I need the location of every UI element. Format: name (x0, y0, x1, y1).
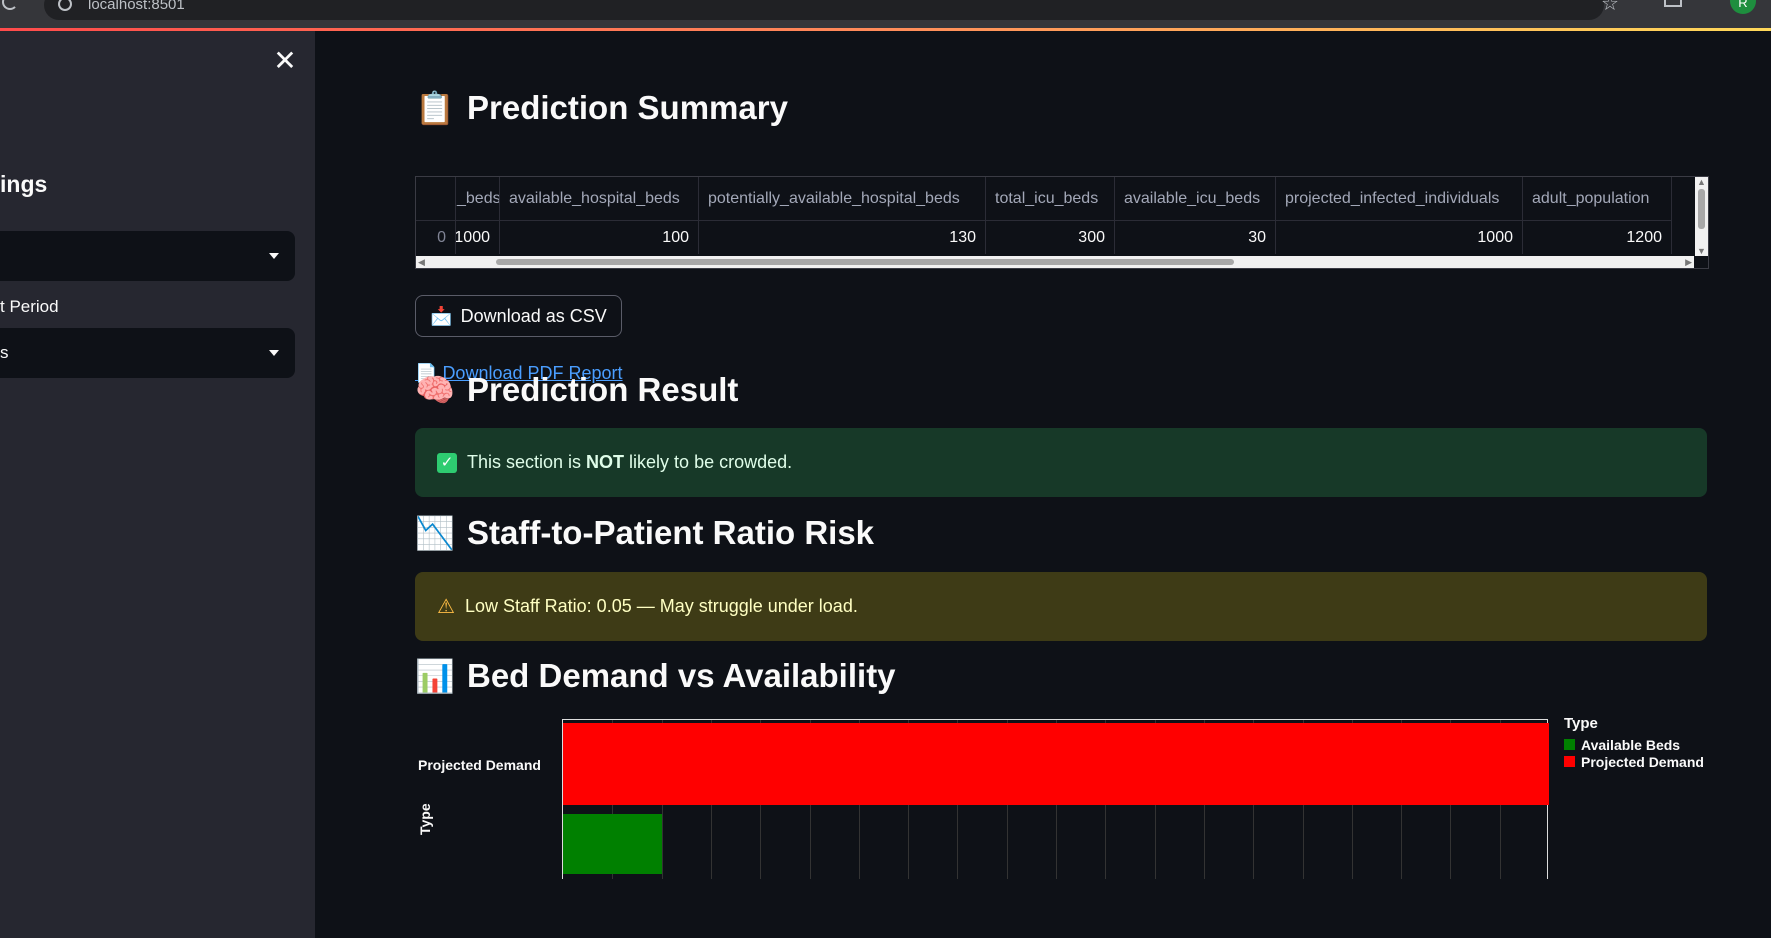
extensions-icon[interactable] (1664, 0, 1682, 7)
column-header[interactable]: potentially_available_hospital_beds (699, 177, 986, 221)
warning-message: Low Staff Ratio: 0.05 — May struggle und… (464, 596, 858, 616)
bar-chart-icon: 📊 (415, 657, 455, 695)
bar-projected-demand[interactable] (563, 723, 1549, 805)
close-sidebar-button[interactable]: ✕ (272, 47, 298, 75)
close-icon: ✕ (273, 45, 297, 76)
scroll-up-icon[interactable]: ▲ (1697, 177, 1706, 187)
legend-item: Projected Demand (1564, 753, 1704, 770)
success-message: This section is NOT likely to be crowded… (467, 452, 792, 473)
legend-item: Available Beds (1564, 736, 1704, 753)
legend-label: Projected Demand (1581, 753, 1704, 770)
staff-ratio-title: Staff-to-Patient Ratio Risk (467, 514, 875, 551)
staff-ratio-heading: 📉 Staff-to-Patient Ratio Risk (415, 514, 874, 552)
bar-available-beds[interactable] (563, 814, 662, 874)
prediction-summary-heading: 📋 Prediction Summary (415, 89, 788, 127)
column-header[interactable]: available_icu_beds (1115, 177, 1276, 221)
vertical-scrollbar[interactable]: ▲ ▼ (1695, 177, 1708, 256)
prediction-summary-title: Prediction Summary (467, 89, 788, 126)
brain-icon: 🧠 (415, 371, 455, 409)
row-index: 0 (416, 221, 456, 254)
table-cell[interactable]: 1200 (1523, 221, 1672, 254)
column-header[interactable]: total_icu_beds (986, 177, 1115, 221)
scrollbar-thumb[interactable] (496, 259, 1234, 265)
bookmark-star-icon[interactable]: ☆ (1601, 0, 1619, 16)
period-label: t Period (0, 297, 59, 316)
table-cell[interactable]: 1000 (1276, 221, 1523, 254)
chart-decreasing-icon: 📉 (415, 514, 455, 552)
horizontal-scrollbar[interactable]: ◀ ▶ (416, 256, 1694, 268)
url-text: localhost:8501 (88, 0, 185, 13)
site-info-icon[interactable] (58, 0, 72, 11)
address-bar[interactable]: localhost:8501 (44, 0, 1604, 20)
success-message-post: likely to be crowded. (624, 452, 793, 472)
table-cell[interactable]: 30 (1115, 221, 1276, 254)
table-row: 0 1000 100 130 300 30 1000 1200 (416, 221, 1672, 254)
scroll-right-icon[interactable]: ▶ (1685, 257, 1692, 268)
download-csv-button[interactable]: 📩 Download as CSV (415, 295, 622, 337)
check-mark-icon: ✓ (437, 452, 457, 473)
bed-demand-chart: Type Projected Demand Type Available Bed… (415, 715, 1765, 879)
column-header[interactable]: _beds (456, 177, 500, 221)
sidebar-heading: ings (0, 171, 48, 197)
prediction-result-title: Prediction Result (467, 371, 739, 408)
clipboard-icon: 📋 (415, 89, 455, 127)
legend-swatch-demand (1564, 756, 1575, 767)
inbox-tray-icon: 📩 (430, 305, 453, 326)
sidebar: ✕ ings t Period s (0, 31, 315, 938)
column-header[interactable]: available_hospital_beds (500, 177, 699, 221)
chevron-down-icon (269, 350, 279, 356)
download-csv-label: Download as CSV (460, 305, 607, 326)
table-cell[interactable]: 100 (500, 221, 699, 254)
scroll-left-icon[interactable]: ◀ (418, 257, 425, 268)
y-tick-label: Projected Demand (418, 757, 541, 773)
bed-chart-title: Bed Demand vs Availability (467, 657, 896, 694)
sidebar-select-1[interactable] (0, 231, 295, 281)
legend-title: Type (1564, 715, 1598, 732)
success-message-bold: NOT (586, 452, 625, 472)
table-cell[interactable]: 130 (699, 221, 986, 254)
scrollbar-thumb[interactable] (1698, 189, 1705, 229)
table-cell[interactable]: 1000 (456, 221, 500, 254)
warning-icon: ⚠ (437, 596, 455, 618)
chart-plot-area (562, 719, 1549, 879)
column-header[interactable]: adult_population (1523, 177, 1672, 221)
browser-toolbar: localhost:8501 ☆ R (0, 0, 1771, 31)
column-header[interactable]: projected_infected_individuals (1276, 177, 1523, 221)
legend-label: Available Beds (1581, 736, 1681, 753)
y-axis-title: Type (417, 803, 433, 835)
summary-dataframe[interactable]: _beds available_hospital_beds potentiall… (415, 176, 1709, 269)
dataframe-header: _beds available_hospital_beds potentiall… (416, 177, 1672, 221)
reload-icon[interactable] (2, 0, 18, 10)
period-select[interactable]: s (0, 328, 295, 378)
column-header[interactable] (416, 177, 456, 221)
success-alert: ✓ This section is NOT likely to be crowd… (415, 428, 1707, 497)
legend-swatch-available (1564, 739, 1575, 750)
scroll-down-icon[interactable]: ▼ (1697, 246, 1706, 256)
prediction-result-heading: 🧠 Prediction Result (415, 371, 738, 409)
warning-alert: ⚠ Low Staff Ratio: 0.05 — May struggle u… (415, 572, 1707, 641)
chart-legend: Type Available Beds Projected Demand (1564, 715, 1704, 770)
main-content: 📋 Prediction Summary _beds available_hos… (315, 31, 1771, 938)
chevron-down-icon (269, 253, 279, 259)
profile-avatar[interactable]: R (1730, 0, 1756, 14)
period-select-value: s (0, 343, 9, 362)
success-message-pre: This section is (467, 452, 587, 472)
bed-chart-heading: 📊 Bed Demand vs Availability (415, 657, 896, 695)
table-cell[interactable]: 300 (986, 221, 1115, 254)
